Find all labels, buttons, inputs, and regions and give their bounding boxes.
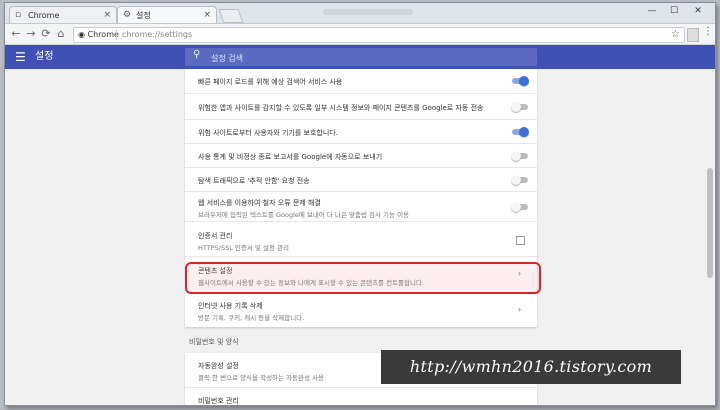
settings-header: ☰ 설정 ⚲ <box>5 45 715 69</box>
settings-search[interactable]: ⚲ <box>185 48 537 66</box>
hamburger-menu-icon[interactable]: ☰ <box>15 50 26 64</box>
browser-toolbar: ← → ⟳ ⌂ ◉ Chrome chrome://settings ☆ <box>5 24 715 45</box>
chevron-right-icon[interactable]: › <box>518 305 521 314</box>
address-bar[interactable]: ◉ Chrome chrome://settings ☆ <box>73 27 685 43</box>
highlight-box <box>185 262 541 294</box>
tab-settings[interactable]: ⚙ 설정 × <box>117 6 217 23</box>
external-link-icon[interactable] <box>516 236 525 245</box>
toggle-knob <box>511 102 521 112</box>
gear-icon: ⚙ <box>123 10 132 20</box>
close-tab-icon[interactable]: × <box>103 7 111 24</box>
setting-label: 인터넷 사용 기록 삭제 <box>198 302 263 310</box>
section-heading-passwords: 비밀번호 및 양식 <box>189 338 239 346</box>
watermark: http://wmhn2016.tistory.com <box>381 350 681 384</box>
toggle-switch[interactable] <box>511 102 528 112</box>
toggle-switch[interactable] <box>512 127 529 137</box>
toggle-knob <box>519 127 529 137</box>
site-chip: ◉ Chrome <box>78 30 119 39</box>
search-icon: ⚲ <box>193 49 201 60</box>
back-icon[interactable]: ← <box>9 27 23 41</box>
setting-label: 빠른 페이지 로드를 위해 예상 검색어 서비스 사용 <box>198 78 343 86</box>
window-close-button[interactable]: ✕ <box>691 6 705 16</box>
setting-row-prediction[interactable]: 빠른 페이지 로드를 위해 예상 검색어 서비스 사용 <box>185 69 537 93</box>
search-input[interactable] <box>209 50 523 66</box>
setting-description: 방문 기록, 쿠키, 캐시 등을 삭제합니다. <box>198 314 305 322</box>
url-text[interactable]: chrome://settings <box>122 28 192 42</box>
setting-label: 인증서 관리 <box>198 232 233 240</box>
new-tab-button[interactable] <box>218 9 244 23</box>
setting-label: 탐색 트래픽으로 '추적 안함' 요청 전송 <box>198 177 310 185</box>
minimize-button[interactable]: — <box>645 6 659 16</box>
setting-row-safe-browsing[interactable]: 위험 사이트로부터 사용자와 기기를 보호합니다. <box>185 119 537 143</box>
tab-strip: ▫ Chrome × ⚙ 설정 × — ☐ ✕ <box>5 3 715 24</box>
browser-window: ▫ Chrome × ⚙ 설정 × — ☐ ✕ ← → ⟳ ⌂ ◉ Chrome… <box>4 2 716 406</box>
toggle-knob <box>511 151 521 161</box>
setting-description: HTTPS/SSL 인증서 및 설정 관리 <box>198 244 289 252</box>
setting-row-clear-browsing-data[interactable]: 인터넷 사용 기록 삭제 방문 기록, 쿠키, 캐시 등을 삭제합니다. › <box>185 292 537 327</box>
tab-label: 설정 <box>136 11 151 20</box>
toggle-switch[interactable] <box>511 202 528 212</box>
toggle-knob <box>511 175 521 185</box>
divider <box>116 30 117 40</box>
setting-row-do-not-track[interactable]: 탐색 트래픽으로 '추적 안함' 요청 전송 <box>185 167 537 191</box>
setting-label: 위험 사이트로부터 사용자와 기기를 보호합니다. <box>198 129 338 137</box>
toggle-switch[interactable] <box>511 151 528 161</box>
setting-label: 비밀번호 관리 <box>198 397 239 405</box>
setting-description: 브라우저에 입력된 텍스트를 Google에 보내어 더 나은 맞춤법 검사 기… <box>198 211 410 219</box>
page-icon: ▫ <box>15 10 22 20</box>
close-tab-icon[interactable]: × <box>203 7 211 24</box>
maximize-button[interactable]: ☐ <box>667 6 681 16</box>
browser-menu-icon[interactable]: ⋮ <box>703 26 713 37</box>
bookmark-star-icon[interactable]: ☆ <box>671 28 680 42</box>
setting-row-passwords[interactable]: 비밀번호 관리 <box>185 387 537 405</box>
forward-icon[interactable]: → <box>24 27 38 41</box>
toggle-switch[interactable] <box>511 175 528 185</box>
blurred-window-title <box>323 9 413 15</box>
setting-row-usage-stats[interactable]: 사용 통계 및 비정상 종료 보고서를 Google에 자동으로 보내기 <box>185 143 537 167</box>
setting-row-certificates[interactable]: 인증서 관리 HTTPS/SSL 인증서 및 설정 관리 <box>185 221 537 256</box>
toggle-switch[interactable] <box>512 76 529 86</box>
toggle-knob <box>519 76 529 86</box>
extension-icon[interactable] <box>687 28 699 42</box>
setting-description: 클릭 한 번으로 양식을 작성하는 자동완성 사용 <box>198 374 325 382</box>
page-title: 설정 <box>35 51 54 62</box>
reload-icon[interactable]: ⟳ <box>39 27 53 41</box>
setting-label: 위험한 앱과 사이트를 감지할 수 있도록 일부 시스템 정보와 페이지 콘텐츠… <box>198 104 484 112</box>
tab-label: Chrome <box>28 11 60 20</box>
setting-row-spellcheck[interactable]: 웹 서비스를 이용하여 철자 오류 문제 해결 브라우저에 입력된 텍스트를 G… <box>185 191 537 221</box>
setting-label: 웹 서비스를 이용하여 철자 오류 문제 해결 <box>198 199 321 207</box>
scrollbar-thumb[interactable] <box>707 168 713 278</box>
setting-label: 자동완성 설정 <box>198 362 239 370</box>
toggle-knob <box>511 202 521 212</box>
setting-label: 사용 통계 및 비정상 종료 보고서를 Google에 자동으로 보내기 <box>198 153 383 161</box>
home-icon[interactable]: ⌂ <box>54 27 68 41</box>
setting-row-safe-reporting[interactable]: 위험한 앱과 사이트를 감지할 수 있도록 일부 시스템 정보와 페이지 콘텐츠… <box>185 93 537 119</box>
tab-chrome[interactable]: ▫ Chrome × <box>9 6 117 23</box>
